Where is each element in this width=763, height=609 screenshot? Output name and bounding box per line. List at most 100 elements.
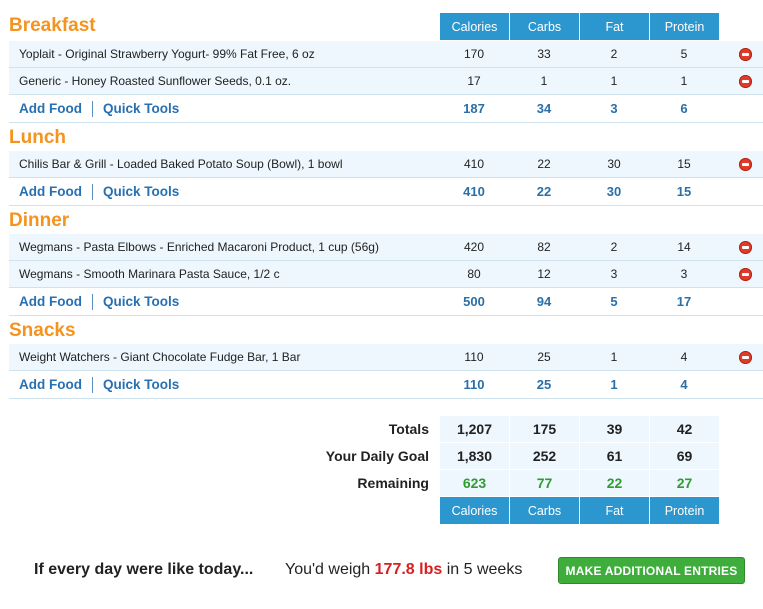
food-carbs: 82 (537, 240, 551, 254)
delete-food-icon[interactable] (739, 74, 752, 88)
food-calories: 410 (463, 157, 485, 171)
add-food-link[interactable]: Add Food (19, 184, 82, 199)
totals-protein: 42 (649, 416, 719, 442)
meal-actions: Add Food Quick Tools (9, 183, 439, 200)
divider (91, 293, 93, 310)
totals-calories: 1,207 (439, 416, 509, 442)
add-food-link[interactable]: Add Food (19, 294, 82, 309)
food-fat: 2 (610, 240, 618, 254)
header-protein: Protein (649, 13, 719, 40)
food-fat: 30 (607, 157, 621, 171)
totals-fat: 39 (579, 416, 649, 442)
remaining-fat: 22 (579, 470, 649, 496)
divider (91, 183, 93, 200)
food-protein: 14 (677, 240, 691, 254)
projection-prefix: You'd weigh (285, 561, 371, 578)
header-carbs: Carbs (509, 13, 579, 40)
delete-food-icon[interactable] (739, 350, 752, 364)
projection-text: You'd weigh 177.8 lbs in 5 weeks (285, 561, 522, 579)
food-row: Wegmans - Pasta Elbows - Enriched Macaro… (9, 234, 763, 261)
total-fat: 30 (606, 184, 622, 199)
delete-food-icon[interactable] (739, 240, 752, 254)
add-food-link[interactable]: Add Food (19, 377, 82, 392)
food-name: Weight Watchers - Giant Chocolate Fudge … (19, 350, 301, 364)
food-row: Yoplait - Original Strawberry Yogurt- 99… (9, 41, 763, 68)
food-fat: 1 (610, 350, 618, 364)
total-calories: 500 (463, 294, 485, 309)
meal-total-row: Add Food Quick Tools 187 34 3 6 (9, 95, 763, 123)
food-protein: 5 (680, 47, 688, 61)
meal-actions: Add Food Quick Tools (9, 100, 439, 117)
meal-total-row: Add Food Quick Tools 500 94 5 17 (9, 288, 763, 316)
total-carbs: 94 (536, 294, 552, 309)
meal-title-breakfast: Breakfast (9, 15, 96, 36)
divider (91, 376, 93, 393)
total-fat: 1 (610, 377, 618, 392)
food-fat: 2 (610, 47, 618, 61)
daily-goal-row: Your Daily Goal 1,830 252 61 69 (9, 443, 719, 469)
food-calories: 420 (463, 240, 485, 254)
projected-weight: 177.8 lbs (374, 561, 443, 578)
total-protein: 17 (676, 294, 692, 309)
remaining-calories: 623 (439, 470, 509, 496)
meal-title-lunch: Lunch (9, 127, 66, 148)
delete-food-icon[interactable] (739, 267, 752, 281)
food-protein: 1 (680, 74, 688, 88)
add-food-link[interactable]: Add Food (19, 101, 82, 116)
header-fat: Fat (579, 13, 649, 40)
header-calories: Calories (439, 13, 509, 40)
total-fat: 5 (610, 294, 618, 309)
total-calories: 410 (463, 184, 485, 199)
meal-total-row: Add Food Quick Tools 410 22 30 15 (9, 178, 763, 206)
food-calories: 170 (463, 47, 485, 61)
total-carbs: 25 (536, 377, 552, 392)
meal-actions: Add Food Quick Tools (9, 293, 439, 310)
meal-title-snacks: Snacks (9, 320, 76, 341)
quick-tools-link[interactable]: Quick Tools (103, 101, 179, 116)
food-name: Wegmans - Pasta Elbows - Enriched Macaro… (19, 240, 379, 254)
food-fat: 1 (610, 74, 618, 88)
daily-goal-label: Your Daily Goal (325, 448, 429, 464)
projection-suffix: in 5 weeks (446, 561, 523, 578)
footer-header-protein: Protein (649, 497, 719, 524)
food-row: Chilis Bar & Grill - Loaded Baked Potato… (9, 151, 763, 178)
goal-calories: 1,830 (439, 443, 509, 469)
food-protein: 15 (677, 157, 691, 171)
food-row: Wegmans - Smooth Marinara Pasta Sauce, 1… (9, 261, 763, 288)
delete-food-icon[interactable] (739, 47, 752, 61)
totals-carbs: 175 (509, 416, 579, 442)
food-protein: 3 (680, 267, 688, 281)
total-carbs: 22 (536, 184, 552, 199)
goal-protein: 69 (649, 443, 719, 469)
remaining-row: Remaining 623 77 22 27 (9, 470, 719, 496)
totals-label: Totals (388, 421, 429, 437)
food-carbs: 33 (537, 47, 551, 61)
make-additional-entries-button[interactable]: MAKE ADDITIONAL ENTRIES (558, 557, 745, 584)
totals-row: Totals 1,207 175 39 42 (9, 416, 719, 442)
total-fat: 3 (610, 101, 618, 116)
food-carbs: 12 (537, 267, 551, 281)
quick-tools-link[interactable]: Quick Tools (103, 184, 179, 199)
food-calories: 17 (467, 74, 481, 88)
total-carbs: 34 (536, 101, 552, 116)
food-carbs: 22 (537, 157, 551, 171)
quick-tools-link[interactable]: Quick Tools (103, 377, 179, 392)
remaining-carbs: 77 (509, 470, 579, 496)
quick-tools-link[interactable]: Quick Tools (103, 294, 179, 309)
food-name: Generic - Honey Roasted Sunflower Seeds,… (19, 74, 292, 88)
weight-projection: If every day were like today... You'd we… (0, 555, 763, 585)
projection-lead: If every day were like today... (34, 561, 254, 578)
food-row: Weight Watchers - Giant Chocolate Fudge … (9, 344, 763, 371)
delete-food-icon[interactable] (739, 157, 752, 171)
food-fat: 3 (610, 267, 618, 281)
total-protein: 15 (676, 184, 692, 199)
goal-fat: 61 (579, 443, 649, 469)
meal-title-dinner: Dinner (9, 210, 70, 231)
food-calories: 110 (464, 350, 484, 364)
food-protein: 4 (680, 350, 688, 364)
meal-total-row: Add Food Quick Tools 110 25 1 4 (9, 371, 763, 399)
footer-header-fat: Fat (579, 497, 649, 524)
remaining-label: Remaining (357, 475, 429, 491)
footer-header-calories: Calories (439, 497, 509, 524)
total-calories: 187 (463, 101, 485, 116)
